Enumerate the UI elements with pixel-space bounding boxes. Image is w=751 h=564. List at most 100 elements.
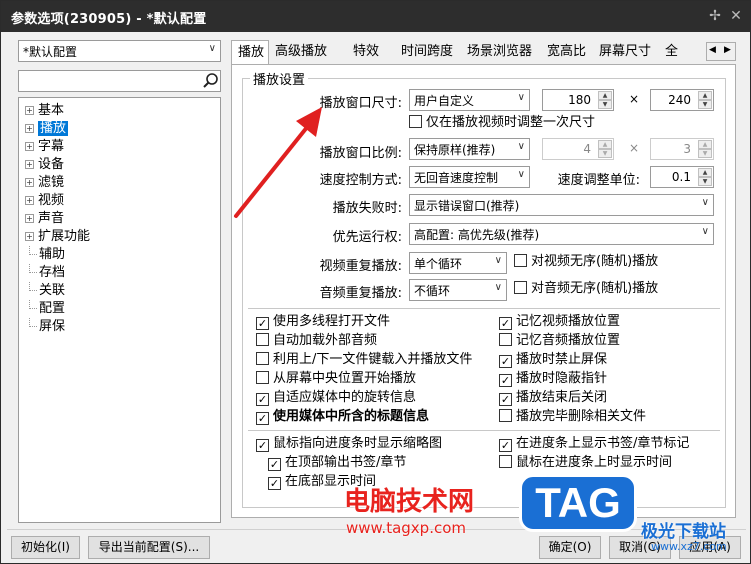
expand-icon[interactable]: + — [25, 232, 34, 241]
video-repeat-select[interactable]: 单个循环 ∨ — [409, 252, 507, 274]
checkbox-box: ✓ — [499, 393, 512, 406]
tree-item[interactable]: + 扩展功能 — [25, 228, 90, 246]
search-icon — [203, 73, 218, 88]
option-checkbox[interactable]: ✓ 记忆视频播放位置 — [499, 314, 620, 332]
checkbox-box: ✓ — [268, 458, 281, 471]
option-checkbox[interactable]: 记忆音频播放位置 — [499, 333, 620, 351]
tree-item[interactable]: 关联 — [29, 282, 66, 300]
option-checkbox[interactable]: ✓ 使用媒体中所含的标题信息 — [256, 409, 429, 427]
search-input[interactable] — [18, 70, 221, 92]
option-checkbox[interactable]: ✓ 使用多线程打开文件 — [256, 314, 390, 332]
audio-repeat-select[interactable]: 不循环 ∨ — [409, 279, 507, 301]
tree-item[interactable]: + 播放 — [25, 120, 69, 138]
priority-select[interactable]: 高配置: 高优先级(推荐) ∨ — [409, 223, 714, 245]
option-checkbox[interactable]: 自动加载外部音频 — [256, 333, 377, 351]
tree-item[interactable]: + 声音 — [25, 210, 64, 228]
expand-icon[interactable]: + — [25, 124, 34, 133]
expand-icon[interactable]: + — [25, 178, 34, 187]
tab-scroll-left-icon[interactable]: ◀ — [709, 45, 716, 55]
tree-item-label: 配置 — [39, 301, 66, 316]
window-size-value: 用户自定义 — [414, 94, 475, 108]
seek-top-checkbox[interactable]: ✓ 在顶部输出书签/章节 — [268, 455, 406, 473]
ratio-width-value: 4 — [583, 142, 591, 156]
ratio-height-spinner: 3 ▲ ▼ — [650, 138, 714, 160]
expand-icon[interactable]: + — [25, 160, 34, 169]
expand-icon[interactable]: + — [25, 106, 34, 115]
close-icon[interactable]: ✕ — [725, 5, 747, 27]
tab[interactable]: 播放 — [231, 40, 269, 65]
tab[interactable]: 特效 — [347, 40, 395, 65]
checkbox-box: ✓ — [256, 412, 269, 425]
window-title: 参数选项(230905) - *默认配置 — [11, 12, 207, 27]
seek-thumbnail-label: 鼠标指向进度条时显示缩略图 — [273, 436, 443, 451]
tree-item[interactable]: + 视频 — [25, 192, 64, 210]
checkbox-box — [514, 254, 527, 267]
option-checkbox[interactable]: ✓ 播放结束后关闭 — [499, 390, 607, 408]
fail-action-select[interactable]: 显示错误窗口(推荐) ∨ — [409, 194, 714, 216]
expand-icon[interactable]: + — [25, 196, 34, 205]
spin-down-icon[interactable]: ▼ — [698, 100, 712, 109]
tab[interactable]: 时间跨度 — [395, 40, 461, 65]
checkbox-box: ✓ — [499, 439, 512, 452]
checkbox-box — [499, 333, 512, 346]
tree-item[interactable]: 配置 — [29, 300, 66, 318]
spin-up-icon[interactable]: ▲ — [698, 91, 712, 100]
width-value: 180 — [568, 93, 591, 107]
tree-item[interactable]: + 设备 — [25, 156, 64, 174]
ratio-height-value: 3 — [683, 142, 691, 156]
adjust-once-checkbox[interactable]: 仅在播放视频时调整一次尺寸 — [409, 115, 595, 133]
tree-item[interactable]: 存档 — [29, 264, 65, 282]
ok-button[interactable]: 确定(O) — [539, 536, 601, 559]
spin-up-icon[interactable]: ▲ — [598, 91, 612, 100]
audio-shuffle-checkbox[interactable]: 对音频无序(随机)播放 — [514, 281, 658, 299]
tab[interactable]: 高级播放 — [269, 40, 347, 65]
tree-item-label: 扩展功能 — [38, 229, 91, 244]
tree-item[interactable]: 辅助 — [29, 246, 65, 264]
option-checkbox[interactable]: ✓ 播放时禁止屏保 — [499, 352, 607, 370]
tab[interactable]: 场景浏览器 — [461, 40, 541, 65]
option-checkbox[interactable]: 播放完毕删除相关文件 — [499, 409, 646, 427]
checkbox-box: ✓ — [268, 477, 281, 490]
window-ratio-value: 保持原样(推荐) — [414, 143, 496, 157]
expand-icon[interactable]: + — [25, 142, 34, 151]
speed-mode-select[interactable]: 无回音速度控制 ∨ — [409, 166, 530, 188]
tab[interactable]: 全 — [659, 40, 679, 65]
tree-item[interactable]: + 基本 — [25, 102, 64, 120]
video-shuffle-checkbox[interactable]: 对视频无序(随机)播放 — [514, 254, 658, 272]
option-checkbox[interactable]: 利用上/下一文件键载入并播放文件 — [256, 352, 472, 370]
option-checkbox[interactable]: 从屏幕中央位置开始播放 — [256, 371, 416, 389]
init-button[interactable]: 初始化(I) — [11, 536, 80, 559]
pin-icon[interactable]: ✢ — [704, 5, 726, 27]
expand-icon[interactable]: + — [25, 214, 34, 223]
option-checkbox[interactable]: ✓ 自适应媒体中的旋转信息 — [256, 390, 416, 408]
option-checkbox[interactable]: ✓ 播放时隐蔽指针 — [499, 371, 607, 389]
height-spinner[interactable]: 240 ▲ ▼ — [650, 89, 714, 111]
tree-item-label: 关联 — [39, 283, 66, 298]
tree-item-label: 声音 — [38, 211, 65, 226]
seek-marks-checkbox[interactable]: ✓ 在进度条上显示书签/章节标记 — [499, 436, 689, 454]
checkbox-box — [499, 409, 512, 422]
spin-down-icon[interactable]: ▼ — [698, 177, 712, 186]
tree-item[interactable]: + 字幕 — [25, 138, 64, 156]
checkbox-box — [514, 281, 527, 294]
seek-marks-label: 在进度条上显示书签/章节标记 — [516, 436, 690, 451]
tree-item[interactable]: 屏保 — [29, 318, 65, 336]
watermark-download: 极光下载站 — [641, 522, 726, 542]
tab-scroll-right-icon[interactable]: ▶ — [724, 45, 731, 55]
tab[interactable]: 宽高比 — [541, 40, 593, 65]
seek-thumbnail-checkbox[interactable]: ✓ 鼠标指向进度条时显示缩略图 — [256, 436, 442, 454]
category-tree: + 基本 + 播放 + 字幕 + 设备 + 滤镜 + 视频 + 声音 + 扩展功能 辅助 存档 关联 配置 屏保 — [18, 97, 221, 523]
option-label: 使用媒体中所含的标题信息 — [273, 409, 430, 424]
seek-time-checkbox[interactable]: 鼠标在进度条上时显示时间 — [499, 455, 672, 473]
tree-item[interactable]: + 滤镜 — [25, 174, 64, 192]
spin-down-icon[interactable]: ▼ — [598, 100, 612, 109]
profile-select[interactable]: *默认配置 ∨ — [18, 40, 221, 62]
spin-up-icon: ▲ — [698, 140, 712, 149]
window-ratio-select[interactable]: 保持原样(推荐) ∨ — [409, 138, 530, 160]
spin-up-icon[interactable]: ▲ — [698, 168, 712, 177]
export-button[interactable]: 导出当前配置(S)... — [88, 536, 210, 559]
window-size-select[interactable]: 用户自定义 ∨ — [409, 89, 530, 111]
speed-unit-spinner[interactable]: 0.1 ▲ ▼ — [650, 166, 714, 188]
tab[interactable]: 屏幕尺寸 — [593, 40, 659, 65]
width-spinner[interactable]: 180 ▲ ▼ — [542, 89, 614, 111]
